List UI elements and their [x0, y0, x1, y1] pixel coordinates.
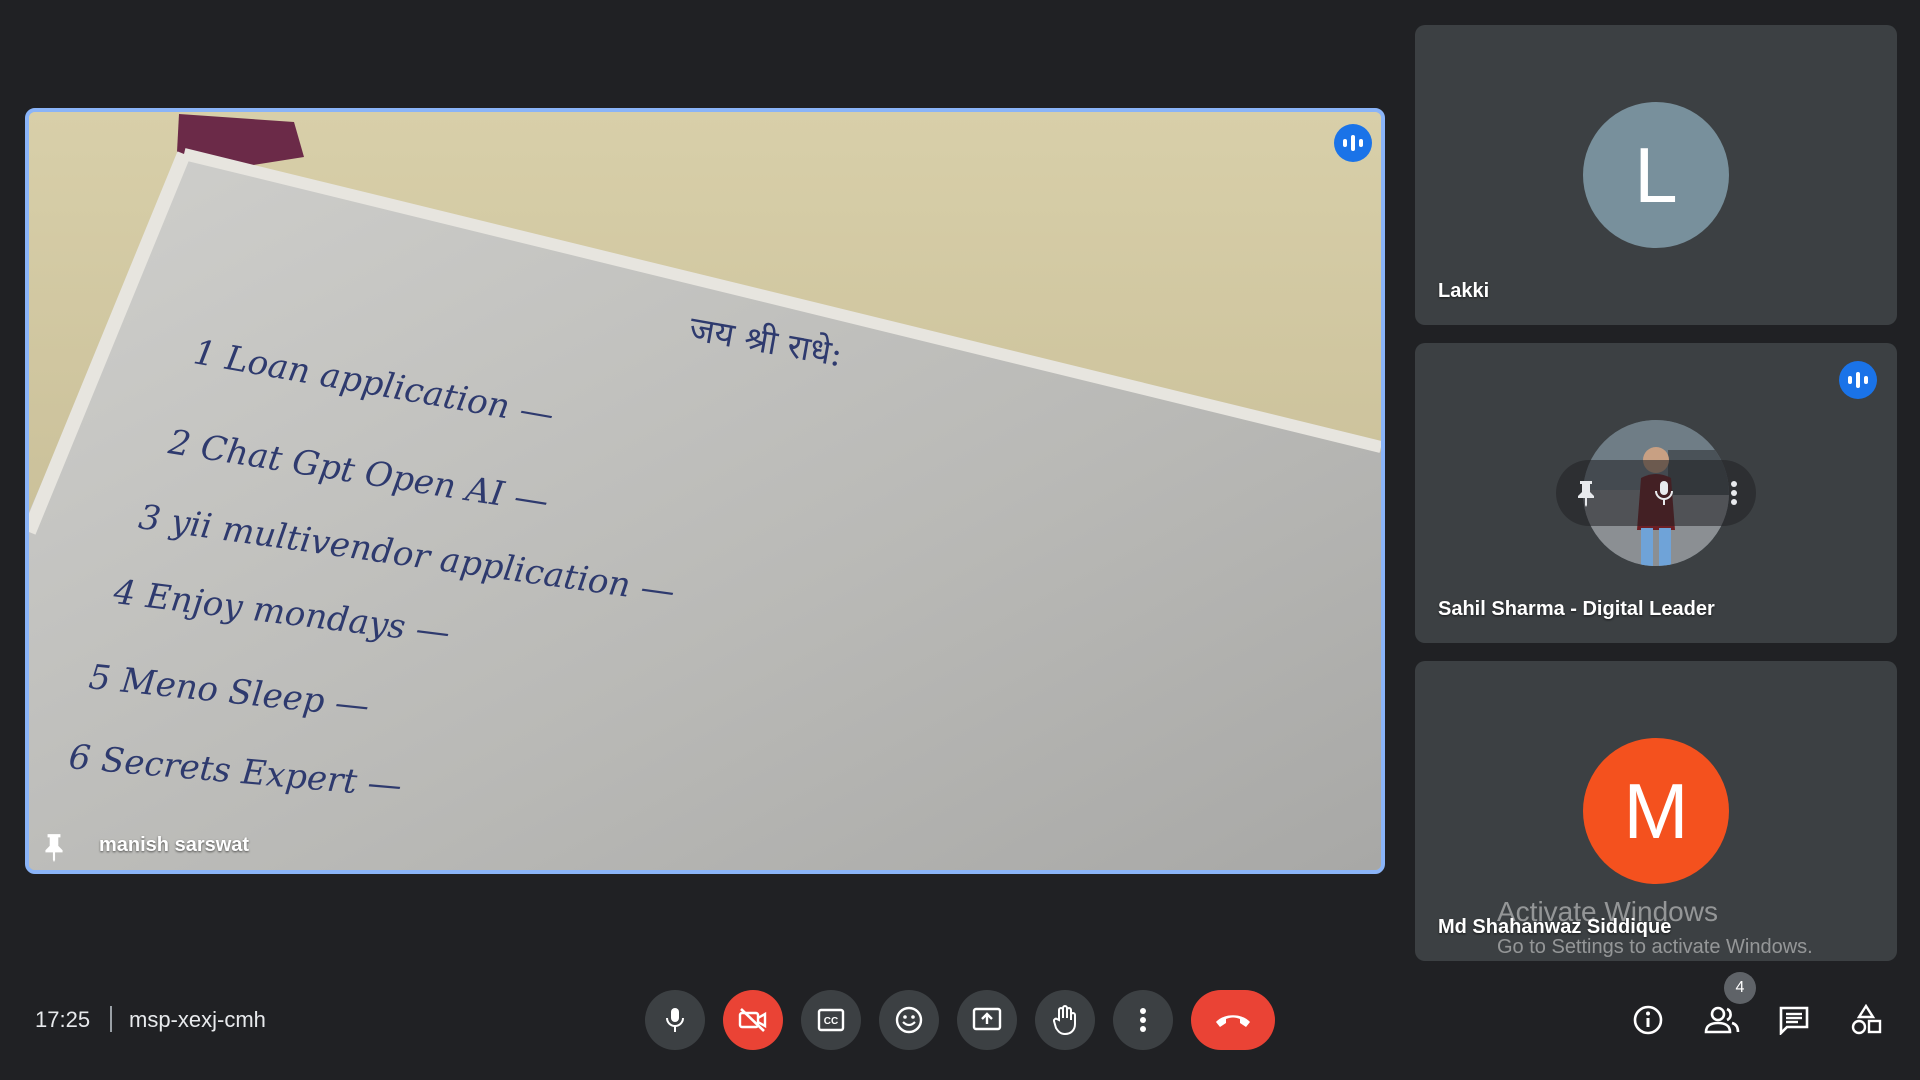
present-icon: [972, 1007, 1002, 1031]
reactions-button[interactable]: [879, 990, 939, 1050]
meeting-details-button[interactable]: [1628, 1000, 1668, 1040]
info-icon: [1633, 1005, 1663, 1035]
meeting-clock: 17:25: [35, 1007, 91, 1032]
activities-button[interactable]: [1846, 1000, 1886, 1040]
camera-off-icon: [738, 1008, 767, 1032]
participant-name: manish sarswat: [99, 834, 250, 856]
pin-icon[interactable]: [1574, 479, 1598, 507]
captions-icon: CC: [817, 1008, 845, 1032]
people-count-badge: 4: [1724, 972, 1756, 1004]
participant-tile[interactable]: L Lakki: [1415, 25, 1897, 325]
mic-icon[interactable]: [1653, 479, 1675, 507]
participant-tile[interactable]: Sahil Sharma - Digital Leader: [1415, 343, 1897, 643]
more-vert-icon: [1140, 1008, 1146, 1032]
microphone-button[interactable]: [645, 990, 705, 1050]
participant-name: Lakki: [1438, 280, 1490, 302]
camera-button[interactable]: [723, 990, 783, 1050]
emoji-icon: [895, 1006, 923, 1034]
mic-icon: [666, 1008, 684, 1032]
people-button[interactable]: [1702, 1000, 1742, 1040]
main-video-tile[interactable]: जय श्री राधे: 1 Loan application — 2 Cha…: [25, 108, 1385, 874]
divider: [110, 1006, 112, 1032]
tile-hover-controls: [1556, 460, 1756, 526]
hand-icon: [1053, 1005, 1076, 1036]
speaking-indicator-icon: [1839, 361, 1877, 399]
pin-icon[interactable]: [41, 832, 67, 862]
participant-name: Sahil Sharma - Digital Leader: [1438, 598, 1715, 620]
speaking-indicator-icon: [1334, 124, 1372, 162]
activate-windows-subtitle: Go to Settings to activate Windows.: [1497, 936, 1813, 958]
chat-icon: [1779, 1006, 1809, 1035]
captions-button[interactable]: CC: [801, 990, 861, 1050]
avatar: M: [1583, 738, 1729, 884]
svg-text:CC: CC: [824, 1016, 838, 1027]
more-options-icon[interactable]: [1730, 479, 1738, 507]
bottom-control-bar: 17:25 msp-xexj-cmh CC 4: [0, 972, 1920, 1080]
people-icon: [1704, 1006, 1740, 1034]
phone-hangup-icon: [1216, 1015, 1250, 1027]
avatar: L: [1583, 102, 1729, 248]
activate-windows-title: Activate Windows: [1497, 896, 1718, 927]
meeting-code: msp-xexj-cmh: [129, 1007, 266, 1032]
present-screen-button[interactable]: [957, 990, 1017, 1050]
leave-call-button[interactable]: [1191, 990, 1275, 1050]
more-options-button[interactable]: [1113, 990, 1173, 1050]
raise-hand-button[interactable]: [1035, 990, 1095, 1050]
chat-button[interactable]: [1774, 1000, 1814, 1040]
activities-icon: [1851, 1004, 1882, 1035]
